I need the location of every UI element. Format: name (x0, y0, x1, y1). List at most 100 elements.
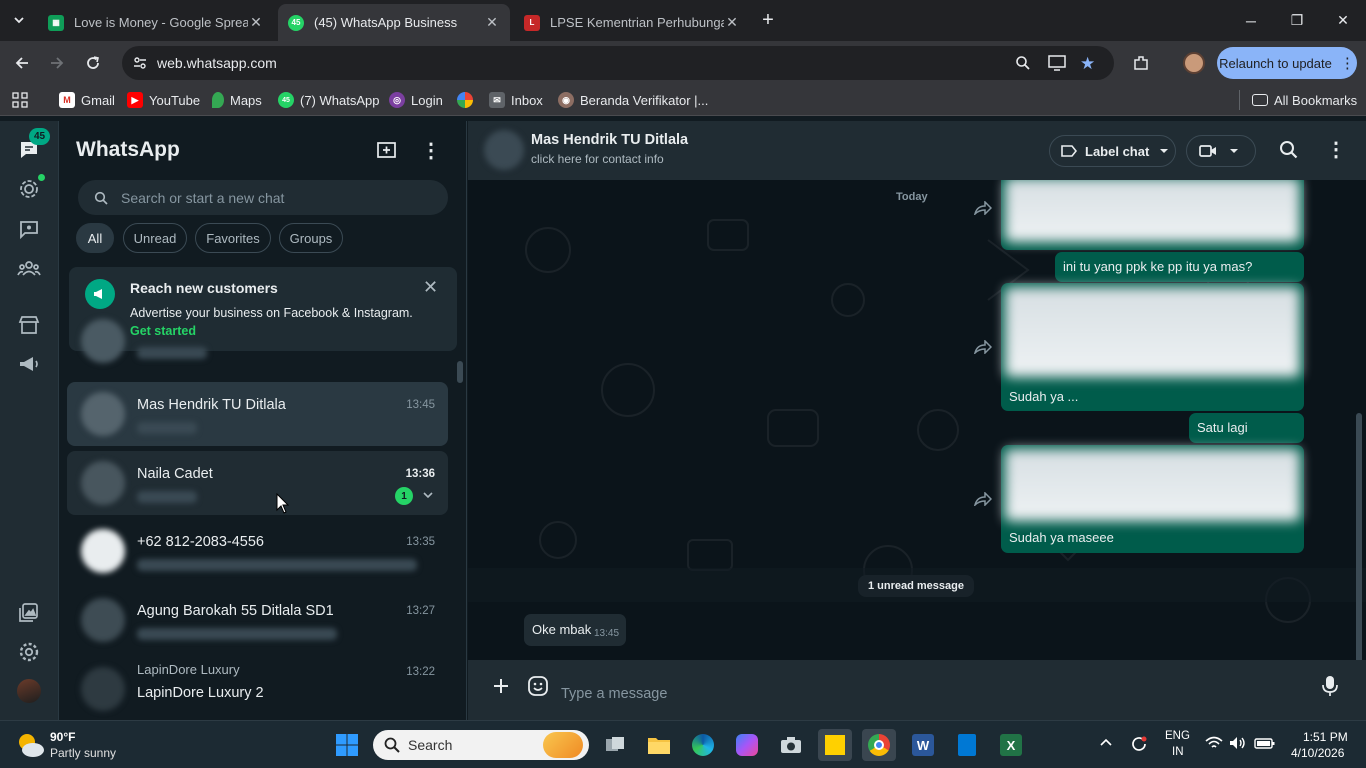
reload-icon[interactable] (80, 50, 106, 76)
excel-icon[interactable]: X (994, 729, 1028, 761)
chat-item-agung-barokah[interactable]: Agung Barokah 55 Ditlala SD1 13:27 (67, 588, 448, 652)
settings-gear-icon[interactable] (17, 640, 41, 664)
search-input[interactable]: Search or start a new chat (78, 180, 448, 215)
communities-icon[interactable] (17, 256, 41, 280)
sync-icon[interactable] (1129, 734, 1149, 754)
browser-tab-whatsapp[interactable]: 45 (45) WhatsApp Business ✕ (278, 4, 510, 41)
chat-item-mas-hendrik[interactable]: Mas Hendrik TU Ditlala 13:45 (67, 382, 448, 446)
close-tab-icon[interactable]: ✕ (484, 14, 500, 31)
forward-icon[interactable] (44, 50, 70, 76)
outgoing-text-message[interactable]: ini tu yang ppk ke pp itu ya mas? (1055, 252, 1304, 282)
clock-time[interactable]: 1:51 PM (1303, 730, 1348, 744)
bookmark-star-icon[interactable]: ★ (1080, 54, 1095, 74)
task-view-icon[interactable] (598, 729, 632, 761)
restore-icon[interactable]: ❐ (1274, 0, 1320, 41)
language-indicator[interactable]: ENG (1165, 730, 1190, 742)
zoom-icon[interactable] (1015, 55, 1031, 71)
calculator-icon[interactable] (950, 729, 984, 761)
browser-tab-sheets[interactable]: ▦ Love is Money - Google Spread ✕ (38, 4, 274, 41)
bookmark-photos[interactable] (457, 91, 479, 109)
outgoing-image-message[interactable] (1001, 180, 1304, 250)
filter-unread[interactable]: Unread (123, 223, 187, 253)
tab-search-icon[interactable] (6, 7, 32, 33)
copilot-icon[interactable] (730, 729, 764, 761)
relaunch-button[interactable]: Relaunch to update ⋮ (1217, 47, 1357, 79)
message-input[interactable]: Type a message (554, 668, 1314, 712)
outgoing-text-message[interactable]: Satu lagi (1189, 413, 1304, 443)
all-bookmarks[interactable]: All Bookmarks (1252, 91, 1357, 109)
bookmark-maps[interactable]: Maps (212, 91, 262, 109)
bookmark-beranda[interactable]: ◉ Beranda Verifikator |... (558, 91, 708, 109)
bookmark-login[interactable]: ◎ Login (389, 91, 443, 109)
edge-browser-icon[interactable] (686, 729, 720, 761)
chat-list-scrollbar[interactable] (457, 361, 463, 383)
message-time: 13:45 (594, 628, 620, 639)
forward-icon[interactable] (974, 201, 994, 217)
taskbar-search[interactable]: Search (373, 730, 589, 760)
address-bar[interactable]: web.whatsapp.com ★ (122, 46, 1114, 80)
filter-groups[interactable]: Groups (279, 223, 343, 253)
status-dot (38, 174, 45, 181)
chat-item-naila-cadet[interactable]: Naila Cadet 13:36 1 (67, 451, 448, 515)
advertise-megaphone-icon[interactable] (17, 352, 41, 376)
profile-avatar[interactable] (17, 679, 41, 703)
back-icon[interactable] (9, 50, 35, 76)
menu-more-icon[interactable]: ⋮ (1326, 137, 1346, 162)
conversation-scrollbar[interactable] (1356, 413, 1362, 660)
bookmark-youtube[interactable]: ▶ YouTube (127, 91, 200, 109)
word-icon[interactable]: W (906, 729, 940, 761)
microphone-icon[interactable] (1321, 675, 1339, 697)
close-promo-icon[interactable]: ✕ (423, 277, 438, 298)
incoming-text-message[interactable]: Oke mbak 13:45 (524, 614, 626, 646)
windows-start-icon[interactable] (330, 729, 364, 761)
get-started-link[interactable]: Get started (130, 324, 196, 338)
outgoing-image-message[interactable]: Sudah ya ... (1001, 283, 1304, 411)
filter-all[interactable]: All (76, 223, 114, 253)
chat-item-lapindore[interactable]: LapinDore Luxury LapinDore Luxury 2 13:2… (67, 657, 448, 720)
sticky-notes-icon[interactable] (818, 729, 852, 761)
close-window-icon[interactable]: ✕ (1320, 0, 1366, 41)
sticker-emoji-icon[interactable] (527, 675, 549, 697)
attach-plus-icon[interactable] (492, 677, 510, 695)
close-tab-icon[interactable]: ✕ (724, 14, 740, 31)
forward-icon[interactable] (974, 492, 994, 508)
profile-avatar[interactable] (1181, 50, 1207, 76)
bookmark-gmail[interactable]: M Gmail (59, 91, 115, 109)
weather-sun-cloud-icon[interactable] (14, 730, 46, 760)
minimize-icon[interactable]: ─ (1228, 0, 1274, 41)
close-tab-icon[interactable]: ✕ (248, 14, 264, 31)
list-item[interactable] (67, 319, 448, 367)
file-explorer-icon[interactable] (642, 729, 676, 761)
status-icon[interactable] (17, 174, 45, 201)
chrome-icon[interactable] (862, 729, 896, 761)
bookmark-whatsapp[interactable]: 45 (7) WhatsApp (278, 91, 379, 109)
chat-item-phone[interactable]: +62 812-2083-4556 13:35 (67, 519, 448, 583)
label-chat-button[interactable]: Label chat (1049, 135, 1176, 167)
search-icon[interactable] (1279, 140, 1298, 159)
new-tab-icon[interactable]: + (755, 7, 781, 33)
site-info-icon[interactable] (132, 55, 148, 71)
chat-header[interactable]: Mas Hendrik TU Ditlala click here for co… (468, 121, 1366, 180)
contact-avatar[interactable] (484, 130, 524, 170)
wifi-icon[interactable] (1205, 736, 1223, 750)
video-call-button[interactable] (1186, 135, 1256, 167)
browser-tab-lpse[interactable]: L LPSE Kementrian Perhubungan ✕ (514, 4, 750, 41)
message-placeholder: Type a message (561, 686, 668, 702)
media-gallery-icon[interactable] (17, 600, 41, 624)
channels-icon[interactable] (17, 217, 41, 241)
filter-favorites[interactable]: Favorites (195, 223, 271, 253)
forward-icon[interactable] (974, 340, 994, 356)
catalog-store-icon[interactable] (17, 313, 41, 337)
volume-icon[interactable] (1229, 736, 1247, 750)
battery-icon[interactable] (1254, 736, 1276, 750)
chevron-up-icon[interactable] (1099, 737, 1113, 747)
new-chat-icon[interactable] (376, 139, 398, 161)
extensions-icon[interactable] (1128, 50, 1154, 76)
menu-more-icon[interactable]: ⋮ (421, 138, 441, 163)
bookmark-inbox[interactable]: ✉ Inbox (489, 91, 543, 109)
outgoing-image-message[interactable]: Sudah ya maseee (1001, 445, 1304, 553)
camera-icon[interactable] (774, 729, 808, 761)
chevron-down-icon[interactable] (422, 489, 434, 501)
install-app-icon[interactable] (1048, 55, 1066, 71)
apps-grid-icon[interactable] (12, 91, 28, 109)
